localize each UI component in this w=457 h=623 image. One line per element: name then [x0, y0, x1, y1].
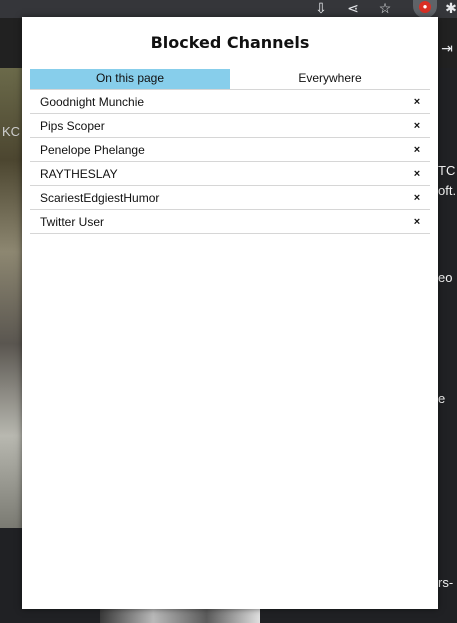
- remove-button[interactable]: ×: [404, 192, 430, 204]
- star-icon[interactable]: ☆: [376, 0, 394, 18]
- list-item: Pips Scoper ×: [30, 114, 430, 138]
- list-item: Penelope Phelange ×: [30, 138, 430, 162]
- list-item: Goodnight Munchie ×: [30, 90, 430, 114]
- extension-badge-icon: ●: [419, 1, 431, 13]
- install-icon[interactable]: ⇩: [312, 0, 330, 18]
- channel-name: Twitter User: [40, 214, 105, 229]
- remove-button[interactable]: ×: [404, 144, 430, 156]
- popup-title: Blocked Channels: [150, 33, 310, 52]
- channel-name: ScariestEdgiestHumor: [40, 190, 160, 205]
- background-text: eo: [438, 270, 453, 285]
- exit-icon[interactable]: ⇥: [438, 40, 456, 58]
- blocked-channels-popup: Blocked Channels On this page Everywhere…: [22, 17, 438, 609]
- remove-button[interactable]: ×: [404, 216, 430, 228]
- channel-name: Goodnight Munchie: [40, 94, 145, 109]
- share-icon[interactable]: ⋖: [344, 0, 362, 18]
- channel-name: Penelope Phelange: [40, 142, 145, 157]
- remove-button[interactable]: ×: [404, 120, 430, 132]
- background-text: TC: [438, 163, 456, 178]
- tab-bar: On this page Everywhere: [30, 69, 430, 90]
- list-item: Twitter User ×: [30, 210, 430, 234]
- background-text: oft..: [438, 183, 457, 198]
- tab-everywhere[interactable]: Everywhere: [230, 69, 430, 89]
- channel-name: Pips Scoper: [40, 118, 105, 133]
- tab-on-this-page[interactable]: On this page: [30, 69, 230, 89]
- channel-name: RAYTHESLAY: [40, 166, 118, 181]
- channel-list: Goodnight Munchie × Pips Scoper × Penelo…: [30, 90, 430, 234]
- extension-icon[interactable]: ●: [413, 0, 437, 18]
- remove-button[interactable]: ×: [404, 96, 430, 108]
- background-text: e: [438, 391, 446, 406]
- puzzle-icon[interactable]: ✱: [442, 0, 457, 18]
- browser-toolbar: ⇩ ⋖ ☆ ● ✱: [0, 0, 457, 18]
- background-text: KC: [2, 124, 21, 139]
- remove-button[interactable]: ×: [404, 168, 430, 180]
- list-item: ScariestEdgiestHumor ×: [30, 186, 430, 210]
- background-thumbnail[interactable]: [100, 609, 260, 623]
- list-item: RAYTHESLAY ×: [30, 162, 430, 186]
- background-text: rs-: [438, 575, 454, 590]
